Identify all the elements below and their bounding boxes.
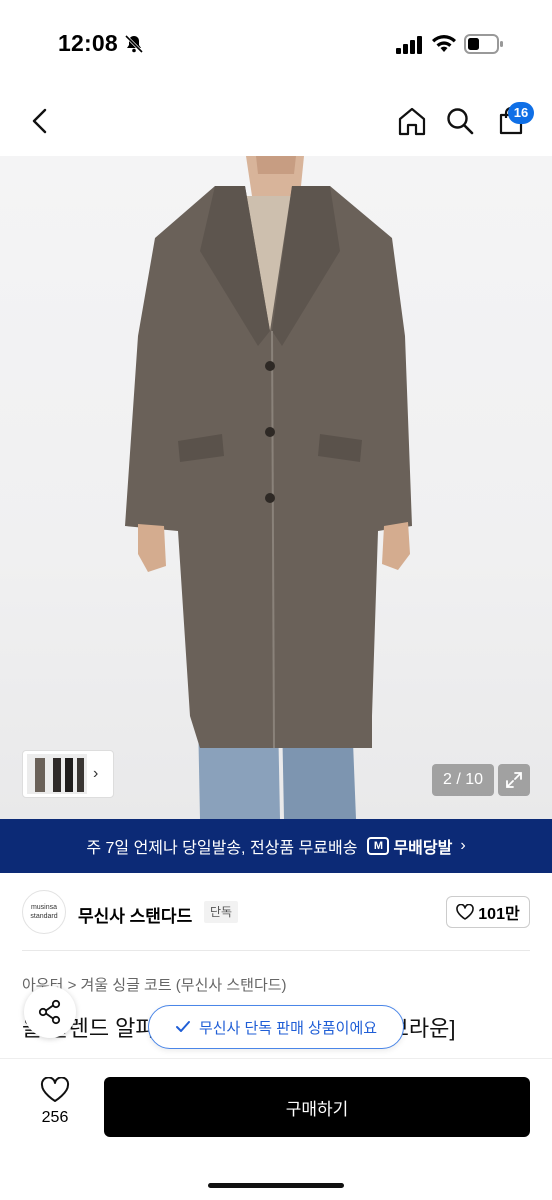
heart-icon — [40, 1077, 70, 1102]
home-indicator — [208, 1183, 344, 1188]
search-icon — [447, 108, 474, 135]
home-button[interactable] — [392, 100, 432, 142]
share-button[interactable] — [24, 986, 76, 1038]
divider — [22, 950, 530, 951]
brand-logo-line1: musinsa — [30, 904, 58, 911]
delivery-logo-label: 무배당발 — [393, 840, 453, 857]
status-bar: 12:08 — [0, 0, 552, 90]
home-icon — [398, 107, 426, 136]
brand-row[interactable]: musinsa standard 무신사 스탠다드 단독 101만 — [0, 886, 552, 940]
thumbnail-strip[interactable]: › — [22, 750, 114, 798]
brand-like-button[interactable]: 101만 — [446, 896, 530, 928]
delivery-truck-icon: M — [367, 837, 390, 855]
back-button[interactable] — [20, 100, 60, 142]
product-like-count: 256 — [41, 1109, 69, 1126]
share-icon — [38, 999, 61, 1025]
status-time: 12:08 — [58, 30, 118, 56]
expand-image-button[interactable] — [498, 764, 530, 796]
thumbnail-image[interactable] — [27, 754, 87, 794]
search-button[interactable] — [440, 100, 480, 142]
thumbnail-next-arrow[interactable]: › — [93, 765, 98, 783]
brand-logo-line2: standard — [30, 913, 58, 920]
brand-like-count: 101만 — [478, 906, 520, 923]
product-like-button[interactable]: 256 — [30, 1077, 80, 1141]
buy-button[interactable]: 구매하기 — [104, 1077, 530, 1137]
exclusive-tag: 단독 — [204, 901, 239, 923]
gallery-page-counter: 2 / 10 — [432, 764, 494, 796]
chevron-right-icon: › — [460, 837, 466, 854]
top-navigation — [0, 90, 552, 156]
brand-name[interactable]: 무신사 스탠다드 — [78, 902, 192, 927]
product-photo — [125, 156, 412, 819]
expand-icon — [506, 772, 522, 788]
check-icon — [175, 1021, 190, 1032]
promo-text: 주 7일 언제나 당일발송, 전상품 무료배송 — [86, 840, 358, 857]
chevron-left-icon — [32, 108, 47, 134]
bell-off-icon — [124, 34, 144, 59]
exclusive-toast: 무신사 단독 판매 상품이에요 — [148, 1005, 404, 1049]
heart-icon — [456, 904, 475, 920]
cellular-signal-icon — [396, 36, 424, 59]
delivery-logo: M 무배당발 — [367, 834, 452, 858]
bottom-action-bar: 256 구매하기 — [0, 1058, 552, 1200]
battery-icon — [464, 33, 504, 60]
free-shipping-banner[interactable]: 주 7일 언제나 당일발송, 전상품 무료배송 M 무배당발 › — [0, 819, 552, 873]
product-image-gallery[interactable] — [0, 156, 552, 819]
toast-text: 무신사 단독 판매 상품이에요 — [198, 1019, 378, 1037]
cart-count-badge: 16 — [508, 102, 534, 124]
wifi-icon — [431, 34, 457, 59]
brand-logo[interactable]: musinsa standard — [22, 890, 66, 934]
